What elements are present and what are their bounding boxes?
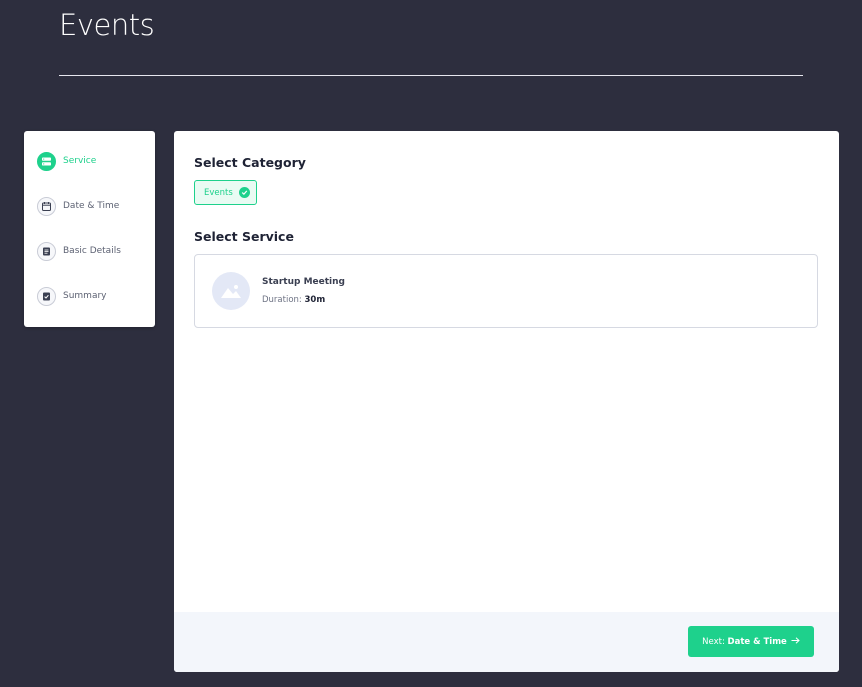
step-label: Date & Time	[63, 201, 120, 211]
next-prefix: Next:	[702, 636, 725, 647]
list-icon	[37, 151, 56, 171]
calendar-icon	[37, 196, 56, 216]
duration-label: Duration:	[262, 295, 302, 305]
booking-card: Select Category Events Select Service St…	[174, 131, 839, 672]
checklist-icon	[37, 286, 56, 306]
step-summary[interactable]: Summary	[37, 286, 107, 306]
step-label: Basic Details	[63, 246, 121, 256]
service-duration: Duration: 30m	[262, 295, 325, 305]
step-label: Service	[63, 156, 97, 166]
next-button[interactable]: Next: Date & Time	[688, 626, 814, 657]
service-name: Startup Meeting	[262, 277, 345, 287]
duration-value: 30m	[304, 295, 326, 305]
category-chip-label: Events	[204, 187, 233, 198]
title-divider	[59, 75, 803, 76]
arrow-right-icon	[791, 636, 800, 647]
category-chip-events[interactable]: Events	[194, 180, 257, 205]
step-service[interactable]: Service	[37, 151, 96, 171]
step-date-time[interactable]: Date & Time	[37, 196, 119, 216]
document-icon	[37, 241, 56, 261]
step-label: Summary	[63, 291, 107, 301]
step-basic-details[interactable]: Basic Details	[37, 241, 121, 261]
next-target: Date & Time	[727, 636, 787, 647]
check-circle-icon	[238, 187, 250, 198]
category-heading: Select Category	[194, 155, 306, 170]
steps-sidebar: Service Date & Time Basic Details Summar…	[24, 131, 155, 327]
service-item[interactable]: Startup Meeting Duration: 30m	[194, 254, 818, 328]
image-placeholder-icon	[212, 272, 250, 310]
service-heading: Select Service	[194, 229, 294, 244]
page-title: Events	[59, 8, 155, 42]
card-footer: Next: Date & Time	[174, 612, 839, 672]
